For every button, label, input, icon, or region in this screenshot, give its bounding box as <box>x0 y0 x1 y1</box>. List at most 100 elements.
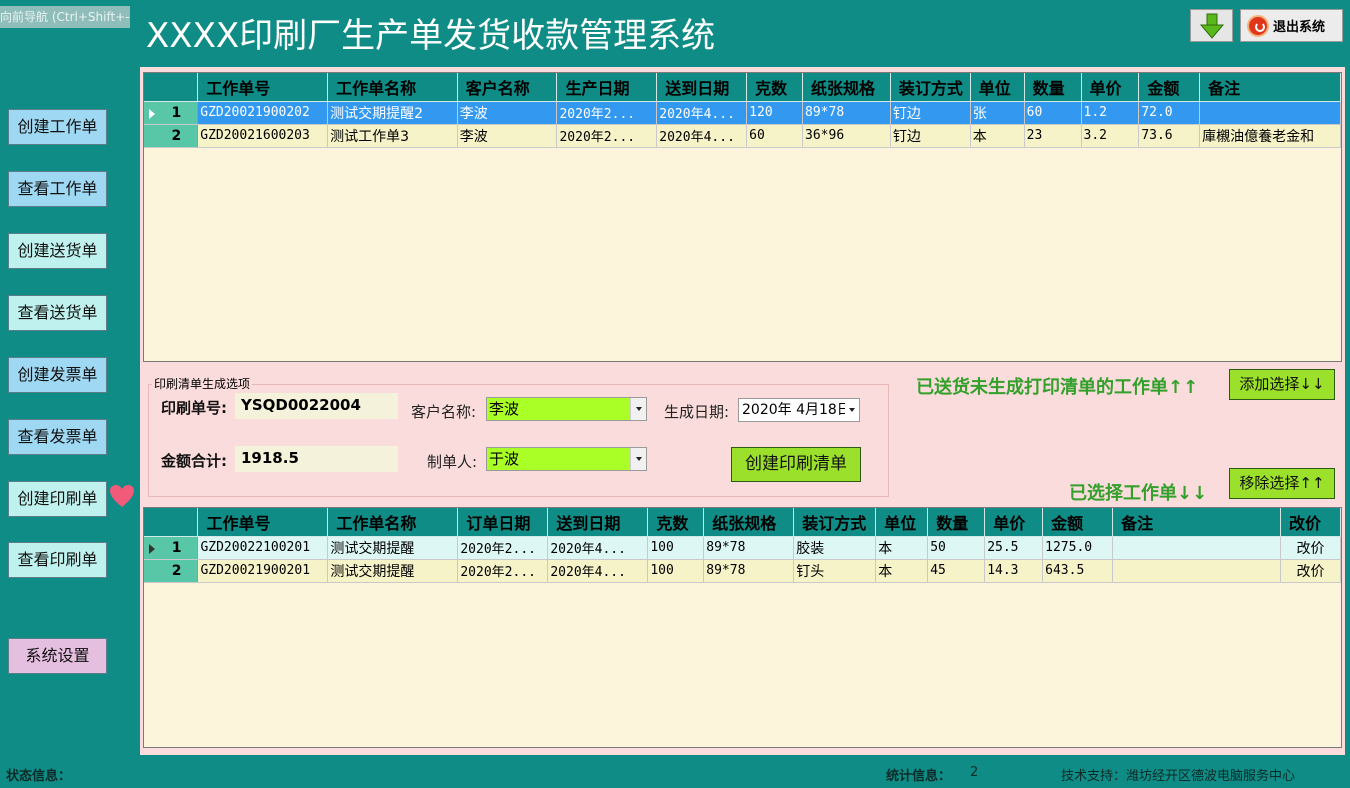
sidebar-view-delivery[interactable]: 查看送货单 <box>8 295 107 331</box>
cell[interactable]: 73.6 <box>1138 124 1201 148</box>
cell[interactable]: 本 <box>970 124 1025 148</box>
column-header[interactable]: 数量 <box>1024 73 1082 102</box>
cell[interactable]: GZD20021900202 <box>197 101 329 125</box>
column-header[interactable]: 金额 <box>1138 73 1201 102</box>
cell[interactable]: GZD20022100201 <box>197 536 329 560</box>
column-header[interactable]: 备注 <box>1112 508 1281 537</box>
cell[interactable]: 36*96 <box>802 124 891 148</box>
row-number[interactable]: 2 <box>144 559 199 583</box>
column-header[interactable]: 克数 <box>647 508 705 537</box>
table-row[interactable]: 1 GZD20021900202 测试交期提醒2 李波 2020年2... 20… <box>144 101 1341 125</box>
sidebar-view-invoice[interactable]: 查看发票单 <box>8 419 107 455</box>
change-price-button[interactable]: 改价 <box>1279 535 1341 560</box>
column-header[interactable]: 金额 <box>1042 508 1114 537</box>
cell[interactable]: 2020年2... <box>457 559 549 583</box>
cell[interactable]: 2020年2... <box>556 101 658 125</box>
cell[interactable]: 胶装 <box>793 536 877 560</box>
cell[interactable] <box>1199 101 1341 125</box>
sidebar-view-work-order[interactable]: 查看工作单 <box>8 171 107 207</box>
cell[interactable]: 120 <box>746 101 804 125</box>
chevron-down-icon[interactable] <box>630 398 646 420</box>
customer-select[interactable]: 李波 <box>486 397 647 421</box>
column-header[interactable]: 备注 <box>1199 73 1341 102</box>
column-header[interactable]: 工作单名称 <box>327 508 459 537</box>
table-row[interactable]: 2 GZD20021600203 测试工作单3 李波 2020年2... 202… <box>144 124 1341 148</box>
table-row[interactable]: 1 GZD20022100201 测试交期提醒 2020年2... 2020年4… <box>144 535 1341 560</box>
column-header[interactable]: 纸张规格 <box>802 73 891 102</box>
column-header[interactable]: 单价 <box>1081 73 1140 102</box>
column-header[interactable]: 装订方式 <box>793 508 877 537</box>
sidebar-create-delivery[interactable]: 创建送货单 <box>8 233 107 269</box>
table-row[interactable]: 2 GZD20021900201 测试交期提醒 2020年2... 2020年4… <box>144 558 1341 583</box>
column-header[interactable]: 克数 <box>746 73 804 102</box>
cell[interactable]: 张 <box>970 101 1025 125</box>
cell[interactable]: 2020年2... <box>556 124 658 148</box>
cell[interactable]: 钉边 <box>890 124 971 148</box>
selected-work-orders-grid[interactable]: 工作单号 工作单名称 订单日期 送到日期 克数 纸张规格 装订方式 单位 数量 … <box>143 507 1342 748</box>
cell[interactable]: 2020年4... <box>656 101 748 125</box>
cell[interactable]: GZD20021600203 <box>197 124 329 148</box>
cell[interactable]: 钉头 <box>793 559 877 583</box>
column-header[interactable]: 单位 <box>875 508 929 537</box>
cell[interactable]: 3.2 <box>1081 124 1140 148</box>
cell[interactable]: 钉边 <box>890 101 971 125</box>
cell[interactable]: 100 <box>647 536 705 560</box>
navigation-hint[interactable]: 向前导航 (Ctrl+Shift+-) <box>0 6 130 28</box>
cell[interactable]: 50 <box>927 536 986 560</box>
download-button[interactable] <box>1190 9 1233 42</box>
sidebar-system-settings[interactable]: 系统设置 <box>8 638 107 674</box>
cell[interactable]: 23 <box>1024 124 1082 148</box>
column-header[interactable]: 工作单号 <box>197 73 329 102</box>
column-header[interactable]: 生产日期 <box>556 73 658 102</box>
gen-date-picker[interactable]: 2020年 4月18日 <box>738 398 860 422</box>
column-header[interactable]: 数量 <box>927 508 986 537</box>
column-header[interactable]: 工作单号 <box>197 508 329 537</box>
cell[interactable]: 本 <box>875 536 929 560</box>
column-header[interactable]: 装订方式 <box>890 73 971 102</box>
cell[interactable]: 14.3 <box>984 559 1044 583</box>
column-header[interactable]: 送到日期 <box>547 508 649 537</box>
cell[interactable]: 45 <box>927 559 986 583</box>
column-header[interactable]: 单位 <box>970 73 1025 102</box>
cell[interactable]: 89*78 <box>802 101 891 125</box>
column-header[interactable]: 工作单名称 <box>327 73 458 102</box>
cell[interactable]: 测试工作单3 <box>327 124 458 148</box>
chevron-down-icon[interactable] <box>845 399 859 421</box>
cell[interactable] <box>1112 536 1281 560</box>
column-header[interactable]: 纸张规格 <box>703 508 795 537</box>
change-price-button[interactable]: 改价 <box>1279 558 1341 583</box>
cell[interactable] <box>1112 559 1281 583</box>
column-header[interactable]: 单价 <box>984 508 1044 537</box>
maker-select[interactable]: 于波 <box>486 447 647 471</box>
cell[interactable]: 2020年4... <box>547 559 649 583</box>
row-number[interactable]: 1 <box>144 536 199 560</box>
add-selection-button[interactable]: 添加选择↓↓ <box>1229 369 1335 400</box>
cell[interactable]: 643.5 <box>1042 559 1114 583</box>
column-header[interactable]: 订单日期 <box>457 508 549 537</box>
cell[interactable]: 89*78 <box>703 536 795 560</box>
cell[interactable]: 测试交期提醒2 <box>327 101 458 125</box>
sidebar-view-print-order[interactable]: 查看印刷单 <box>8 542 107 578</box>
cell[interactable]: 李波 <box>457 101 558 125</box>
sidebar-create-print-order[interactable]: 创建印刷单 <box>8 481 107 517</box>
cell[interactable]: 2020年4... <box>656 124 748 148</box>
row-number[interactable]: 2 <box>144 124 199 148</box>
cell[interactable]: 1275.0 <box>1042 536 1114 560</box>
cell[interactable]: 李波 <box>457 124 558 148</box>
cell[interactable]: 本 <box>875 559 929 583</box>
sidebar-create-invoice[interactable]: 创建发票单 <box>8 357 107 393</box>
exit-button[interactable]: 退出系统 <box>1240 9 1343 42</box>
cell[interactable]: 测试交期提醒 <box>327 536 459 560</box>
column-header[interactable]: 改价 <box>1280 508 1341 537</box>
cell[interactable]: 2020年4... <box>547 536 649 560</box>
cell[interactable]: 60 <box>746 124 804 148</box>
column-header[interactable]: 客户名称 <box>457 73 558 102</box>
cell[interactable]: 100 <box>647 559 705 583</box>
cell[interactable]: 25.5 <box>984 536 1044 560</box>
remove-selection-button[interactable]: 移除选择↑↑ <box>1229 468 1335 499</box>
cell[interactable]: 60 <box>1024 101 1082 125</box>
cell[interactable]: 1.2 <box>1081 101 1140 125</box>
cell[interactable]: 测试交期提醒 <box>327 559 459 583</box>
row-number[interactable]: 1 <box>144 101 199 125</box>
create-print-list-button[interactable]: 创建印刷清单 <box>731 447 861 482</box>
